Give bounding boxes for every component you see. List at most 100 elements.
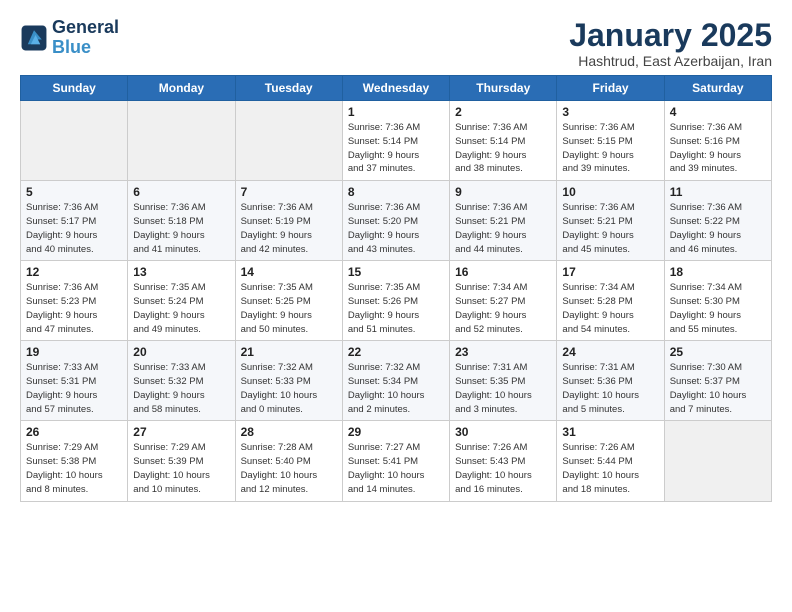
day-cell: 24 Sunrise: 7:31 AM Sunset: 5:36 PM Dayli… <box>557 341 664 421</box>
calendar-header: SundayMondayTuesdayWednesdayThursdayFrid… <box>21 76 772 101</box>
day-info: Sunrise: 7:32 AM Sunset: 5:34 PM Dayligh… <box>348 361 444 416</box>
day-number: 8 <box>348 185 444 199</box>
day-cell: 11Sunrise: 7:36 AM Sunset: 5:22 PM Dayli… <box>664 181 771 261</box>
day-number: 31 <box>562 425 658 439</box>
day-number: 15 <box>348 265 444 279</box>
day-info: Sunrise: 7:34 AM Sunset: 5:28 PM Dayligh… <box>562 281 658 336</box>
day-info: Sunrise: 7:36 AM Sunset: 5:23 PM Dayligh… <box>26 281 122 336</box>
logo: General Blue <box>20 18 119 58</box>
day-cell: 9Sunrise: 7:36 AM Sunset: 5:21 PM Daylig… <box>450 181 557 261</box>
header-row: SundayMondayTuesdayWednesdayThursdayFrid… <box>21 76 772 101</box>
day-info: Sunrise: 7:31 AM Sunset: 5:36 PM Dayligh… <box>562 361 658 416</box>
logo-line2: Blue <box>52 37 91 57</box>
day-number: 21 <box>241 345 337 359</box>
header-cell-monday: Monday <box>128 76 235 101</box>
day-info: Sunrise: 7:36 AM Sunset: 5:18 PM Dayligh… <box>133 201 229 256</box>
week-row-2: 5Sunrise: 7:36 AM Sunset: 5:17 PM Daylig… <box>21 181 772 261</box>
day-number: 7 <box>241 185 337 199</box>
title-block: January 2025 Hashtrud, East Azerbaijan, … <box>569 18 772 69</box>
day-info: Sunrise: 7:26 AM Sunset: 5:43 PM Dayligh… <box>455 441 551 496</box>
day-number: 18 <box>670 265 766 279</box>
day-cell <box>235 101 342 181</box>
day-info: Sunrise: 7:31 AM Sunset: 5:35 PM Dayligh… <box>455 361 551 416</box>
logo-text: General Blue <box>52 18 119 58</box>
week-row-5: 26 Sunrise: 7:29 AM Sunset: 5:38 PM Dayli… <box>21 421 772 501</box>
day-info: Sunrise: 7:35 AM Sunset: 5:25 PM Dayligh… <box>241 281 337 336</box>
day-number: 10 <box>562 185 658 199</box>
day-cell: 15Sunrise: 7:35 AM Sunset: 5:26 PM Dayli… <box>342 261 449 341</box>
day-info: Sunrise: 7:36 AM Sunset: 5:16 PM Dayligh… <box>670 121 766 176</box>
day-cell: 23Sunrise: 7:31 AM Sunset: 5:35 PM Dayli… <box>450 341 557 421</box>
day-cell: 7Sunrise: 7:36 AM Sunset: 5:19 PM Daylig… <box>235 181 342 261</box>
day-cell: 17 Sunrise: 7:34 AM Sunset: 5:28 PM Dayli… <box>557 261 664 341</box>
day-number: 27 <box>133 425 229 439</box>
day-info: Sunrise: 7:36 AM Sunset: 5:15 PM Dayligh… <box>562 121 658 176</box>
day-cell <box>128 101 235 181</box>
day-info: Sunrise: 7:36 AM Sunset: 5:21 PM Dayligh… <box>455 201 551 256</box>
header-cell-thursday: Thursday <box>450 76 557 101</box>
header: General Blue January 2025 Hashtrud, East… <box>20 18 772 69</box>
week-row-1: 1 Sunrise: 7:36 AM Sunset: 5:14 PM Daylig… <box>21 101 772 181</box>
calendar-body: 1 Sunrise: 7:36 AM Sunset: 5:14 PM Daylig… <box>21 101 772 501</box>
day-number: 30 <box>455 425 551 439</box>
day-number: 17 <box>562 265 658 279</box>
logo-icon <box>20 24 48 52</box>
day-number: 25 <box>670 345 766 359</box>
header-cell-wednesday: Wednesday <box>342 76 449 101</box>
day-info: Sunrise: 7:36 AM Sunset: 5:17 PM Dayligh… <box>26 201 122 256</box>
header-cell-saturday: Saturday <box>664 76 771 101</box>
day-cell: 22 Sunrise: 7:32 AM Sunset: 5:34 PM Dayli… <box>342 341 449 421</box>
day-number: 29 <box>348 425 444 439</box>
day-cell: 20Sunrise: 7:33 AM Sunset: 5:32 PM Dayli… <box>128 341 235 421</box>
day-number: 20 <box>133 345 229 359</box>
day-number: 6 <box>133 185 229 199</box>
day-cell: 18 Sunrise: 7:34 AM Sunset: 5:30 PM Dayli… <box>664 261 771 341</box>
day-cell: 8Sunrise: 7:36 AM Sunset: 5:20 PM Daylig… <box>342 181 449 261</box>
calendar-subtitle: Hashtrud, East Azerbaijan, Iran <box>569 53 772 69</box>
day-cell <box>664 421 771 501</box>
day-cell: 3Sunrise: 7:36 AM Sunset: 5:15 PM Daylig… <box>557 101 664 181</box>
day-cell: 10 Sunrise: 7:36 AM Sunset: 5:21 PM Dayli… <box>557 181 664 261</box>
day-number: 22 <box>348 345 444 359</box>
day-cell: 30 Sunrise: 7:26 AM Sunset: 5:43 PM Dayli… <box>450 421 557 501</box>
day-info: Sunrise: 7:36 AM Sunset: 5:14 PM Dayligh… <box>455 121 551 176</box>
day-info: Sunrise: 7:34 AM Sunset: 5:27 PM Dayligh… <box>455 281 551 336</box>
day-cell: 29 Sunrise: 7:27 AM Sunset: 5:41 PM Dayli… <box>342 421 449 501</box>
day-info: Sunrise: 7:33 AM Sunset: 5:31 PM Dayligh… <box>26 361 122 416</box>
day-cell: 26 Sunrise: 7:29 AM Sunset: 5:38 PM Dayli… <box>21 421 128 501</box>
day-number: 13 <box>133 265 229 279</box>
day-cell: 13 Sunrise: 7:35 AM Sunset: 5:24 PM Dayli… <box>128 261 235 341</box>
day-cell: 5Sunrise: 7:36 AM Sunset: 5:17 PM Daylig… <box>21 181 128 261</box>
day-info: Sunrise: 7:34 AM Sunset: 5:30 PM Dayligh… <box>670 281 766 336</box>
day-number: 19 <box>26 345 122 359</box>
day-info: Sunrise: 7:29 AM Sunset: 5:39 PM Dayligh… <box>133 441 229 496</box>
day-cell: 28Sunrise: 7:28 AM Sunset: 5:40 PM Dayli… <box>235 421 342 501</box>
day-info: Sunrise: 7:30 AM Sunset: 5:37 PM Dayligh… <box>670 361 766 416</box>
day-info: Sunrise: 7:26 AM Sunset: 5:44 PM Dayligh… <box>562 441 658 496</box>
day-number: 12 <box>26 265 122 279</box>
day-number: 24 <box>562 345 658 359</box>
day-cell: 4 Sunrise: 7:36 AM Sunset: 5:16 PM Daylig… <box>664 101 771 181</box>
day-cell: 1Sunrise: 7:36 AM Sunset: 5:14 PM Daylig… <box>342 101 449 181</box>
day-number: 26 <box>26 425 122 439</box>
header-cell-friday: Friday <box>557 76 664 101</box>
day-cell: 14 Sunrise: 7:35 AM Sunset: 5:25 PM Dayli… <box>235 261 342 341</box>
day-cell <box>21 101 128 181</box>
day-info: Sunrise: 7:35 AM Sunset: 5:24 PM Dayligh… <box>133 281 229 336</box>
day-info: Sunrise: 7:29 AM Sunset: 5:38 PM Dayligh… <box>26 441 122 496</box>
day-cell: 6 Sunrise: 7:36 AM Sunset: 5:18 PM Daylig… <box>128 181 235 261</box>
day-cell: 12 Sunrise: 7:36 AM Sunset: 5:23 PM Dayli… <box>21 261 128 341</box>
day-number: 4 <box>670 105 766 119</box>
day-cell: 2 Sunrise: 7:36 AM Sunset: 5:14 PM Daylig… <box>450 101 557 181</box>
day-number: 14 <box>241 265 337 279</box>
header-cell-sunday: Sunday <box>21 76 128 101</box>
day-number: 16 <box>455 265 551 279</box>
day-info: Sunrise: 7:36 AM Sunset: 5:21 PM Dayligh… <box>562 201 658 256</box>
calendar-table: SundayMondayTuesdayWednesdayThursdayFrid… <box>20 75 772 501</box>
day-number: 28 <box>241 425 337 439</box>
calendar-title: January 2025 <box>569 18 772 53</box>
day-number: 1 <box>348 105 444 119</box>
day-info: Sunrise: 7:27 AM Sunset: 5:41 PM Dayligh… <box>348 441 444 496</box>
logo-line1: General <box>52 18 119 38</box>
day-number: 2 <box>455 105 551 119</box>
